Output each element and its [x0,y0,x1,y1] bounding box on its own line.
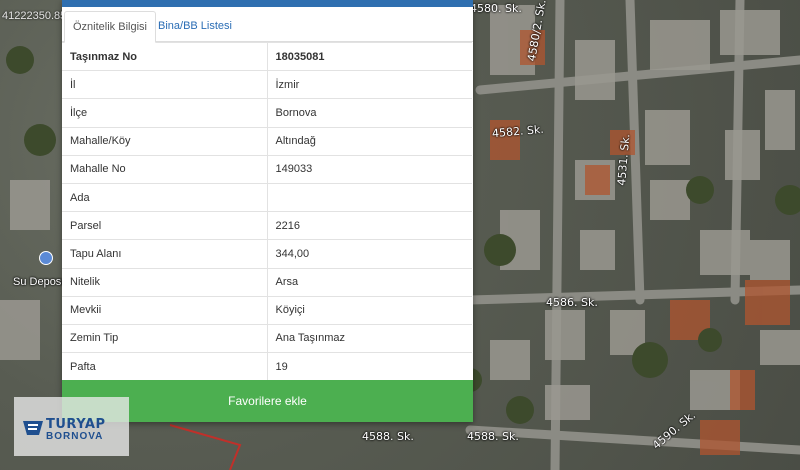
attribute-key: Zemin Tip [62,323,268,353]
table-row: Mevkii Köyiçi [62,295,472,325]
table-row: Ada [62,182,472,212]
table-row: Parsel 2216 [62,211,472,240]
attribute-value: Bornova [267,98,472,128]
attribute-value: 18035081 [267,41,472,71]
attribute-value: 19 [267,352,472,381]
tab-building-list[interactable]: Bina/BB Listesi [150,11,240,43]
street-label: 4580. Sk. [470,2,522,15]
attribute-value: Ana Taşınmaz [267,323,472,353]
attribute-key: Ada [62,182,268,212]
table-row: Tapu Alanı 344,00 [62,239,472,268]
attribute-key: Tapu Alanı [62,239,268,268]
table-row: Zemin Tip Ana Taşınmaz [62,323,472,353]
attribute-value: İzmir [267,70,472,99]
parcel-info-panel: Öznitelik Bilgisi Bina/BB Listesi Taşınm… [62,0,473,422]
table-row: Pafta 19 [62,352,472,381]
attribute-key: İlçe [62,98,268,128]
attribute-key: İl [62,70,268,99]
attribute-value [267,182,472,212]
table-row: İl İzmir [62,70,472,99]
table-row: Taşınmaz No 18035081 [62,41,472,71]
attribute-key: Mahalle No [62,154,268,184]
panel-tabs: Öznitelik Bilgisi Bina/BB Listesi [62,7,473,43]
attribute-key: Nitelik [62,267,268,297]
attribute-table: Taşınmaz No 18035081 İl İzmir İlçe Bornova Mah… [62,41,472,381]
logo-word-primary: TURYAP [46,417,106,432]
coordinate-readout: 41222350.85 [2,10,67,22]
street-label: 4586. Sk. [546,296,598,309]
attribute-value: Arsa [267,267,472,297]
attribute-value: Köyiçi [267,295,472,325]
table-row: Mahalle/Köy Altındağ [62,126,472,156]
attribute-key: Mevkii [62,295,268,325]
attribute-key: Pafta [62,352,268,381]
attribute-key: Taşınmaz No [62,41,268,71]
street-label: 4588. Sk. [362,430,414,443]
attribute-value: Altındağ [267,126,472,156]
poi-label: Su Deposu [13,276,68,288]
attribute-value: 149033 [267,154,472,184]
table-row: İlçe Bornova [62,98,472,128]
attribute-key: Mahalle/Köy [62,126,268,156]
table-row: Nitelik Arsa [62,267,472,297]
logo-mark-icon [23,421,43,435]
location-pin-icon[interactable] [39,251,53,265]
logo-word-secondary: BORNOVA [46,431,104,442]
attribute-value: 344,00 [267,239,472,268]
tab-attribute-info[interactable]: Öznitelik Bilgisi [64,11,156,43]
turyap-logo: TURYAP BORNOVA [14,397,129,456]
attribute-value: 2216 [267,211,472,240]
attribute-key: Parsel [62,211,268,240]
street-label: 4588. Sk. [467,430,519,443]
table-row: Mahalle No 149033 [62,154,472,184]
